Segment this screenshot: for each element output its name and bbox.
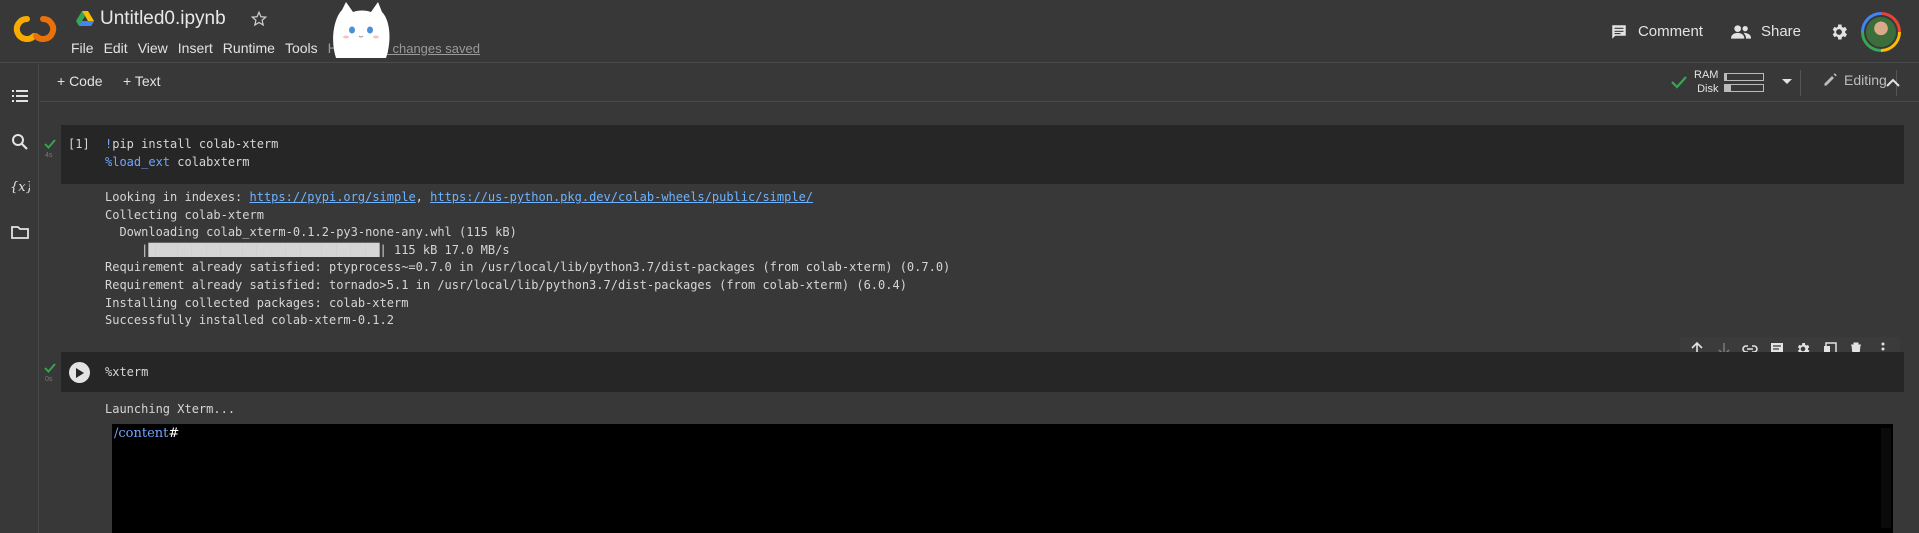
cell-output-text: Launching Xterm... (105, 402, 236, 416)
add-code-button[interactable]: + Code (57, 73, 103, 89)
xterm-terminal[interactable]: /content# (112, 424, 1893, 533)
output-text: Looking in indexes: (105, 190, 250, 204)
toolbar-divider (1800, 70, 1801, 96)
toc-icon[interactable] (10, 86, 30, 106)
editing-label: Editing (1844, 72, 1887, 88)
resource-bars (1724, 70, 1765, 95)
pypi-link[interactable]: https://pypi.org/simple (250, 190, 416, 204)
disk-bar-fill (1725, 84, 1732, 91)
pencil-icon (1824, 73, 1837, 86)
menu-runtime[interactable]: Runtime (223, 38, 285, 58)
cell-success-check-icon (44, 363, 56, 373)
menu-view[interactable]: View (138, 38, 178, 58)
variables-icon[interactable]: {x} (10, 176, 30, 196)
menu-edit[interactable]: Edit (104, 38, 138, 58)
terminal-scrollbar[interactable] (1881, 428, 1891, 528)
ram-bar-fill (1725, 73, 1728, 80)
people-icon (1730, 24, 1751, 39)
cell-success-check-icon (44, 139, 56, 149)
output-line: Requirement already satisfied: ptyproces… (105, 260, 951, 275)
code-cell[interactable] (61, 125, 1904, 184)
output-line-indexes: Looking in indexes: https://pypi.org/sim… (105, 189, 950, 207)
code-line-1: pip install colab-xterm (112, 137, 279, 151)
play-icon (76, 367, 84, 378)
code-line-2: %load_ext (105, 155, 171, 169)
cell-runtime: 0s (45, 376, 53, 383)
connected-check-icon (1671, 76, 1687, 89)
menu-bar: File Edit View Insert Runtime Tools Help… (71, 38, 480, 58)
output-separator: , (415, 190, 431, 204)
settings-gear-icon[interactable] (1829, 22, 1849, 42)
left-rail: {x} (0, 64, 39, 533)
cell-runtime: 4s (45, 152, 53, 159)
add-text-button[interactable]: + Text (123, 73, 161, 89)
output-line: Successfully installed colab-xterm-0.1.2 (105, 313, 394, 328)
chevron-down-icon[interactable] (1781, 78, 1793, 86)
comment-icon (1612, 24, 1626, 39)
editing-mode-button[interactable]: Editing (1822, 72, 1887, 88)
menu-tools[interactable]: Tools (285, 38, 328, 58)
collapse-header-icon[interactable] (1886, 78, 1900, 88)
cat-mascot-icon (333, 2, 390, 58)
menu-file[interactable]: File (71, 38, 104, 58)
output-line: Downloading colab_xterm-0.1.2-py3-none-a… (105, 225, 517, 240)
cell-code[interactable]: !pip install colab-xterm %load_ext colab… (105, 135, 278, 171)
svg-text:{x}: {x} (10, 180, 30, 195)
search-icon[interactable] (10, 132, 30, 152)
ram-bar (1724, 72, 1765, 81)
resource-labels: RAM Disk (1694, 68, 1718, 96)
menu-insert[interactable]: Insert (178, 38, 223, 58)
share-label: Share (1760, 23, 1801, 40)
title-row: Untitled0.ipynb (76, 8, 268, 30)
disk-label: Disk (1697, 83, 1719, 95)
notebook-toolbar: + Code + Text RAM Disk Editing (40, 64, 1919, 102)
star-icon[interactable] (250, 10, 268, 28)
output-line: Collecting colab-xterm (105, 207, 264, 222)
terminal-cursor: # (168, 426, 180, 441)
ram-label: RAM (1694, 69, 1719, 81)
output-line: Requirement already satisfied: tornado>5… (105, 277, 907, 292)
cell-output: Looking in indexes: https://pypi.org/sim… (105, 189, 950, 330)
run-cell-button[interactable] (69, 362, 90, 383)
colab-logo-icon[interactable] (13, 12, 57, 46)
execution-count: [1] (68, 137, 90, 151)
cell-code[interactable]: %xterm (105, 363, 148, 381)
notebook-title[interactable]: Untitled0.ipynb (100, 8, 226, 30)
header-actions: Comment Share (1610, 0, 1919, 63)
colab-wheels-link[interactable]: https://us-python.pkg.dev/colab-wheels/p… (430, 190, 813, 204)
terminal-cwd: /content (114, 426, 169, 441)
google-drive-icon (76, 11, 94, 26)
folder-icon[interactable] (10, 222, 30, 242)
comment-label: Comment (1637, 23, 1703, 40)
output-line-progress: |████████████████████████████████| 115 k… (105, 242, 510, 257)
disk-bar (1724, 83, 1765, 92)
output-line: Installing collected packages: colab-xte… (105, 295, 409, 310)
app-header: Untitled0.ipynb File Edit View Insert Ru… (0, 0, 1919, 63)
terminal-prompt: /content# (114, 426, 179, 441)
code-arg: colabxterm (170, 155, 250, 169)
user-avatar[interactable] (1861, 11, 1901, 52)
share-button[interactable]: Share (1730, 23, 1801, 41)
comment-button[interactable]: Comment (1610, 23, 1703, 41)
code-cell-active[interactable] (61, 352, 1904, 392)
resources-indicator[interactable]: RAM Disk (1670, 68, 1793, 96)
